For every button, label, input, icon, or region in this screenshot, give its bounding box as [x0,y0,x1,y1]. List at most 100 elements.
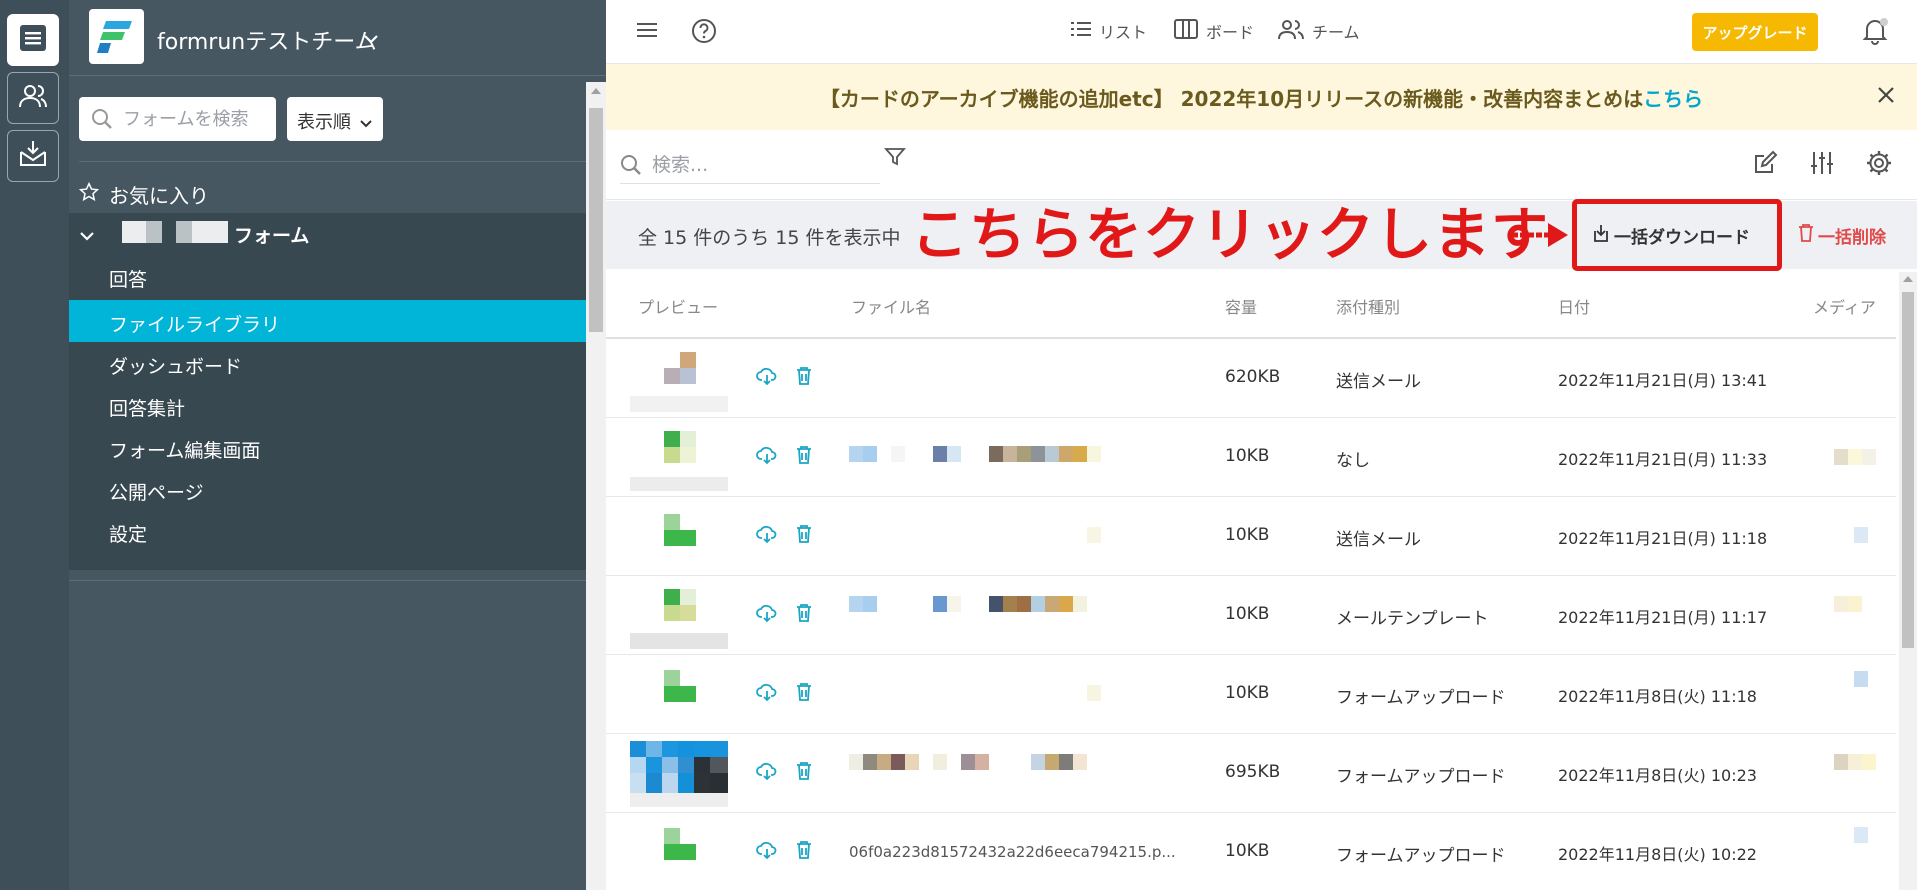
menu-item-public-page[interactable]: 公開ページ [69,468,586,510]
file-search-input[interactable] [652,150,872,180]
preview-pixel [680,431,696,447]
trash-icon[interactable] [796,445,812,469]
sidebar-scrollbar[interactable] [586,82,606,890]
filter-icon[interactable] [884,146,906,172]
scrollbar-thumb[interactable] [589,108,603,332]
menu-item-file-library[interactable]: ファイルライブラリ [69,300,586,342]
preview-pixel [630,757,646,773]
bulk-delete-button[interactable]: 一括削除 [1798,222,1886,248]
file-preview-thumbnail[interactable] [630,425,728,491]
tab-team[interactable]: チーム [1278,18,1360,44]
preview-pixel [664,368,680,384]
file-preview-thumbnail[interactable] [630,583,728,649]
cloud-download-icon[interactable] [756,445,778,469]
table-row[interactable]: 10KB メールテンプレート 2022年11月21日(月) 11:17 [606,576,1896,655]
menu-item-aggregate[interactable]: 回答集計 [69,384,586,426]
export-nav-button[interactable] [7,130,59,182]
cloud-download-icon[interactable] [756,366,778,390]
cloud-download-icon[interactable] [756,761,778,785]
trash-icon [1798,223,1814,247]
table-row[interactable]: 10KB フォームアップロード 2022年11月8日(火) 11:18 [606,655,1896,734]
file-preview-thumbnail[interactable] [630,504,728,570]
tab-label: チーム [1312,23,1360,42]
column-header-type[interactable]: 添付種別 [1336,294,1400,318]
mosaic [933,754,947,770]
cloud-download-icon[interactable] [756,840,778,864]
mosaic [1862,754,1876,770]
column-header-filename[interactable]: ファイル名 [851,294,931,318]
tab-board[interactable]: ボード [1174,18,1254,44]
trash-icon[interactable] [796,682,812,706]
hamburger-menu-icon[interactable] [636,20,658,44]
file-preview-thumbnail[interactable] [630,820,728,886]
adjust-columns-icon[interactable] [1809,150,1835,180]
bulk-download-button[interactable]: 一括ダウンロード [1592,222,1750,248]
close-icon[interactable] [1876,85,1896,109]
table-row[interactable]: 695KB フォームアップロード 2022年11月8日(火) 10:23 [606,734,1896,813]
redacted-filename [1087,685,1101,701]
file-preview-thumbnail[interactable] [630,741,728,807]
file-preview-thumbnail[interactable] [630,662,728,728]
cloud-download-icon[interactable] [756,603,778,627]
table-row[interactable]: 620KB 送信メール 2022年11月21日(月) 13:41 [606,339,1896,418]
trash-icon[interactable] [796,603,812,627]
instruction-annotation: こちらをクリックします [911,202,1549,268]
search-icon [620,154,642,180]
favorites-row[interactable]: お気に入り [78,180,579,208]
members-nav-button[interactable] [7,72,59,124]
edit-icon[interactable] [1752,150,1778,180]
table-row[interactable]: 10KB なし 2022年11月21日(月) 11:33 [606,418,1896,497]
column-header-media[interactable]: メディア [1813,294,1876,318]
menu-item-form-editor[interactable]: フォーム編集画面 [69,426,586,468]
form-search-input[interactable] [123,105,271,133]
redacted-text [122,221,146,243]
mosaic [1834,754,1848,770]
trash-icon[interactable] [796,366,812,390]
team-name[interactable]: formrunテストチーム [157,24,377,56]
table-row[interactable]: 06f0a223d81572432a22d6eeca794215.p... 10… [606,813,1896,890]
preview-pixel [646,757,662,773]
scroll-up-arrow-icon[interactable] [591,88,601,94]
sort-dropdown[interactable]: 表示順 [287,97,383,141]
banner-link[interactable]: こちら [1643,87,1703,111]
mosaic [1059,754,1073,770]
table-row[interactable]: 10KB 送信メール 2022年11月21日(月) 11:18 [606,497,1896,576]
preview-pixel [664,686,680,702]
trash-icon[interactable] [796,524,812,548]
forms-nav-button[interactable] [7,14,59,66]
scrollbar-thumb[interactable] [1902,292,1914,648]
file-date: 2022年11月21日(月) 11:18 [1558,529,1768,548]
gear-icon[interactable] [1866,150,1892,180]
tab-label: ボード [1206,23,1255,42]
column-header-size[interactable]: 容量 [1225,294,1257,318]
media-preview [1854,527,1868,543]
help-icon[interactable] [691,18,717,48]
table-scrollbar[interactable] [1899,272,1917,890]
mosaic [1862,449,1876,465]
menu-item-dashboard[interactable]: ダッシュボード [69,342,586,384]
file-preview-thumbnail[interactable] [630,346,728,412]
cloud-download-icon[interactable] [756,682,778,706]
file-search-field[interactable] [620,146,880,184]
attachment-type: 送信メール [1336,372,1421,392]
scroll-up-arrow-icon[interactable] [1903,276,1913,282]
menu-item-label: フォーム編集画面 [109,440,261,462]
preview-pixel [680,844,696,860]
upgrade-button[interactable]: アップグレード [1692,13,1818,51]
trash-icon[interactable] [796,761,812,785]
mosaic [989,446,1003,462]
column-header-date[interactable]: 日付 [1558,294,1590,318]
menu-item-label: ダッシュボード [109,356,243,378]
notification-bell-icon[interactable] [1860,16,1890,50]
file-name[interactable]: 06f0a223d81572432a22d6eeca794215.p... [849,843,1176,861]
cloud-download-icon[interactable] [756,524,778,548]
file-date: 2022年11月8日(火) 10:23 [1558,766,1757,785]
trash-icon[interactable] [796,840,812,864]
form-search-field[interactable] [79,97,276,141]
menu-item-settings[interactable]: 設定 [69,510,586,552]
form-group-header[interactable]: フォーム [69,213,586,253]
menu-item-responses[interactable]: 回答 [69,255,586,297]
column-header-preview[interactable]: プレビュー [638,294,718,318]
tab-list[interactable]: リスト [1071,18,1147,44]
chevron-down-icon[interactable] [363,30,379,49]
